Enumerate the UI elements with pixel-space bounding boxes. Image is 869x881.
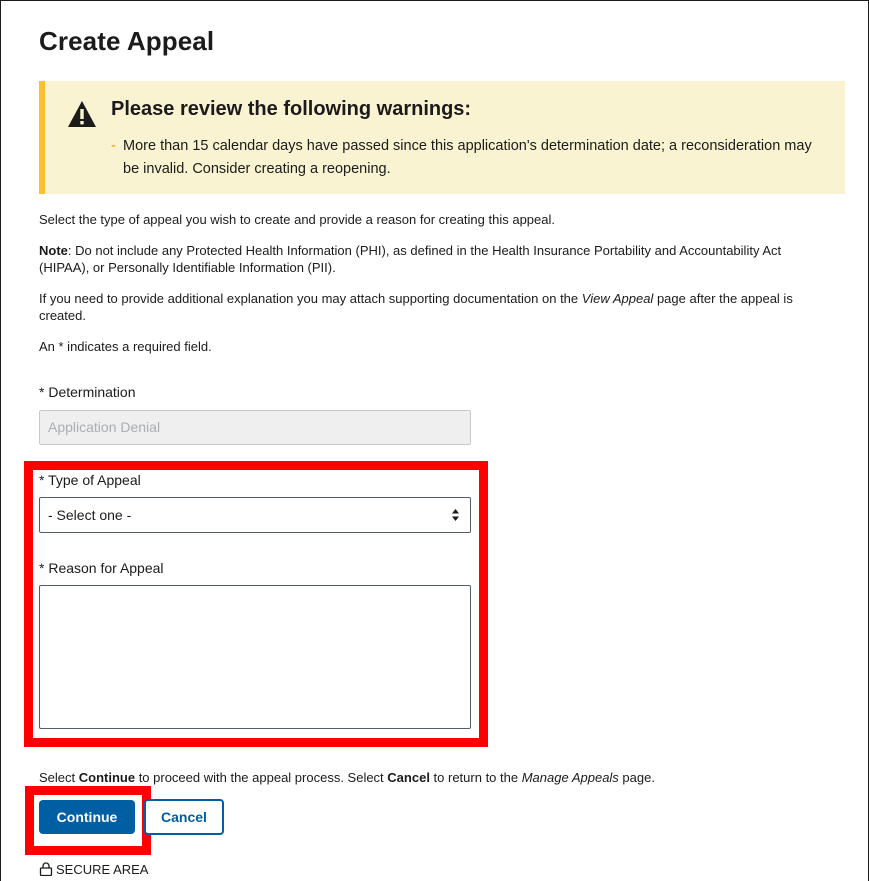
action-text-4: page. xyxy=(618,770,655,785)
manage-appeals-ref: Manage Appeals xyxy=(521,770,619,785)
determination-label: * Determination xyxy=(39,384,136,400)
type-of-appeal-label: * Type of Appeal xyxy=(39,472,141,488)
intro-text: Select the type of appeal you wish to cr… xyxy=(39,212,555,227)
cancel-button[interactable]: Cancel xyxy=(144,799,224,835)
alert-bullet: - xyxy=(111,138,116,154)
select-arrows-icon xyxy=(452,509,459,521)
alert-item: - More than 15 calendar days have passed… xyxy=(111,135,831,181)
action-text-3: to return to the xyxy=(429,770,522,785)
reason-for-appeal-label: * Reason for Appeal xyxy=(39,560,164,576)
secure-area: SECURE AREA xyxy=(39,860,148,878)
action-text-1: Select xyxy=(39,770,79,785)
action-cancel-ref: Cancel xyxy=(387,770,430,785)
view-appeal-ref: View Appeal xyxy=(581,291,654,306)
type-of-appeal-value: - Select one - xyxy=(48,507,132,523)
required-note: An * indicates a required field. xyxy=(39,339,212,354)
warning-triangle-icon xyxy=(68,101,96,127)
determination-input: Application Denial xyxy=(39,410,471,445)
warning-alert: Please review the following warnings: - … xyxy=(39,81,845,194)
action-continue-ref: Continue xyxy=(78,770,136,785)
continue-button[interactable]: Continue xyxy=(39,800,135,834)
secure-area-label: SECURE AREA xyxy=(56,861,149,877)
action-text-2: to proceed with the appeal process. Sele… xyxy=(135,770,388,785)
note-label: Note xyxy=(39,243,68,258)
lock-icon xyxy=(39,862,53,876)
page-title: Create Appeal xyxy=(39,26,215,56)
alert-item-text: More than 15 calendar days have passed s… xyxy=(123,138,812,177)
alert-heading: Please review the following warnings: xyxy=(111,98,472,120)
note-text: Note: Do not include any Protected Healt… xyxy=(39,242,829,276)
reason-for-appeal-textarea[interactable] xyxy=(39,585,471,729)
type-of-appeal-select[interactable]: - Select one - xyxy=(39,497,471,533)
attach-text: If you need to provide additional explan… xyxy=(39,290,829,324)
action-instructions: Select Continue to proceed with the appe… xyxy=(39,769,829,786)
note-body: : Do not include any Protected Health In… xyxy=(39,243,782,275)
attach-text-before: If you need to provide additional explan… xyxy=(39,291,582,306)
